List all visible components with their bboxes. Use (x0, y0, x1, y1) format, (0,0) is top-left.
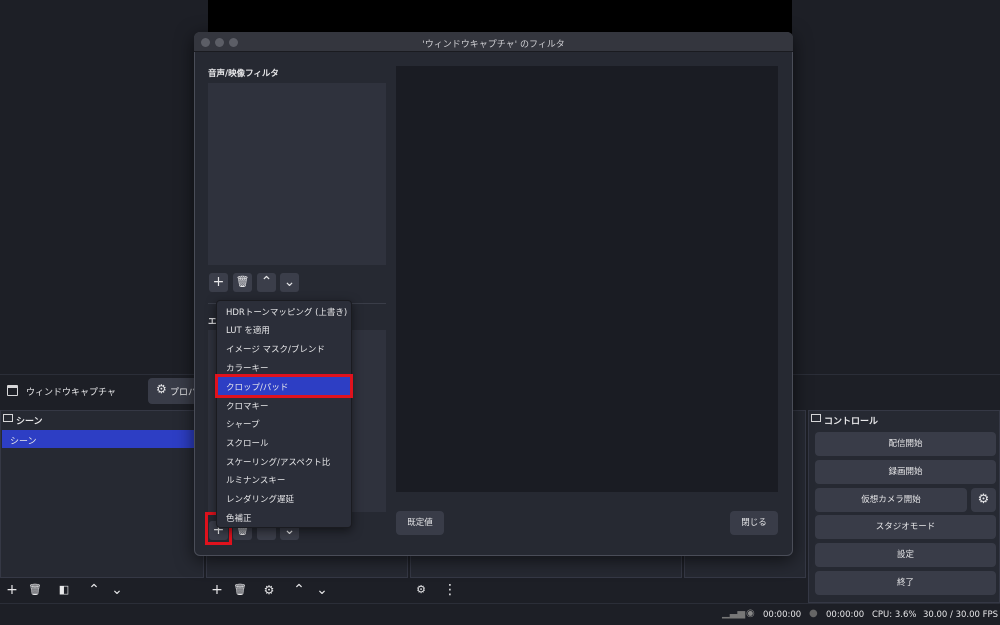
menu-item-color-correction[interactable]: 色補正 (217, 508, 351, 526)
settings-button[interactable]: 設定 (815, 543, 996, 567)
menu-item-scroll[interactable]: スクロール (217, 433, 351, 451)
selected-source-name: ウィンドウキャプチャ (26, 388, 116, 398)
fps-readout: 30.00 / 30.00 FPS (923, 610, 999, 620)
add-source-icon[interactable]: + (209, 582, 225, 598)
filter-icon[interactable]: ◧ (56, 582, 72, 598)
start-virtual-camera-button[interactable]: 仮想カメラ開始 (815, 488, 967, 512)
defaults-button[interactable]: 既定値 (396, 511, 444, 535)
menu-item-chroma-key[interactable]: クロマキー (217, 396, 351, 414)
stream-icon: ◉ (746, 608, 755, 619)
chevron-down-icon[interactable]: ⌄ (109, 582, 125, 598)
av-filters-list[interactable] (208, 83, 386, 265)
record-icon: ● (809, 608, 818, 619)
dock-icon (3, 414, 13, 422)
scene-item-label: シーン (10, 437, 37, 447)
menu-item-luma-key[interactable]: ルミナンスキー (217, 470, 351, 488)
scenes-header-label: シーン (16, 417, 43, 427)
cpu-usage: CPU: 3.6% (872, 610, 917, 620)
menu-item-apply-lut[interactable]: LUT を適用 (217, 320, 351, 338)
mixer-settings-icon[interactable]: ⚙ (413, 582, 429, 598)
virtual-camera-settings-icon[interactable]: ⚙ (971, 488, 996, 512)
close-button[interactable]: 閉じる (730, 511, 778, 535)
gear-icon: ⚙ (156, 382, 167, 396)
dialog-title: 'ウィンドウキャプチャ' のフィルタ (422, 40, 565, 50)
scene-list-item[interactable]: シーン (2, 430, 198, 448)
chevron-up-icon[interactable]: ⌃ (86, 582, 102, 598)
studio-mode-button[interactable]: スタジオモード (815, 515, 996, 539)
filter-preview (396, 66, 778, 492)
exit-button[interactable]: 終了 (815, 571, 996, 595)
add-filter-icon[interactable]: + (209, 273, 228, 292)
properties-label: プロパ (170, 388, 198, 398)
start-recording-button[interactable]: 録画開始 (815, 460, 996, 484)
controls-dock-header: コントロール (808, 410, 1000, 428)
trash-icon[interactable]: 🗑 (233, 273, 252, 292)
trash-icon[interactable]: 🗑 (232, 582, 248, 598)
crop-pad-highlight (215, 374, 353, 398)
start-streaming-button[interactable]: 配信開始 (815, 432, 996, 456)
menu-item-scaling-aspect[interactable]: スケーリング/アスペクト比 (217, 452, 351, 470)
gear-icon[interactable]: ⚙ (261, 582, 277, 598)
chevron-down-icon[interactable]: ⌄ (314, 582, 330, 598)
record-time: 00:00:00 (826, 610, 865, 620)
dock-icon (811, 414, 821, 422)
menu-item-hdr-tonemapping[interactable]: HDRトーンマッピング (上書き) (217, 302, 351, 320)
scenes-dock-header: シーン (0, 410, 204, 428)
menu-item-render-delay[interactable]: レンダリング遅延 (217, 489, 351, 507)
menu-item-sharpen[interactable]: シャープ (217, 414, 351, 432)
menu-item-image-mask[interactable]: イメージ マスク/ブレンド (217, 339, 351, 357)
trash-icon[interactable]: 🗑 (27, 582, 43, 598)
more-vertical-icon[interactable]: ⋮ (442, 582, 458, 598)
chevron-down-icon[interactable]: ⌄ (280, 273, 299, 292)
av-filters-label: 音声/映像フィルタ (208, 69, 279, 79)
chevron-up-icon[interactable]: ⌃ (257, 273, 276, 292)
controls-header-label: コントロール (824, 417, 879, 427)
chevron-up-icon[interactable]: ⌃ (291, 582, 307, 598)
window-icon (7, 385, 18, 396)
add-scene-icon[interactable]: + (4, 582, 20, 598)
status-bar: ▁▃▅ ◉ 00:00:00 ● 00:00:00 CPU: 3.6% 30.0… (0, 603, 1000, 625)
stream-time: 00:00:00 (763, 610, 802, 620)
signal-bars-icon: ▁▃▅ (722, 608, 746, 619)
